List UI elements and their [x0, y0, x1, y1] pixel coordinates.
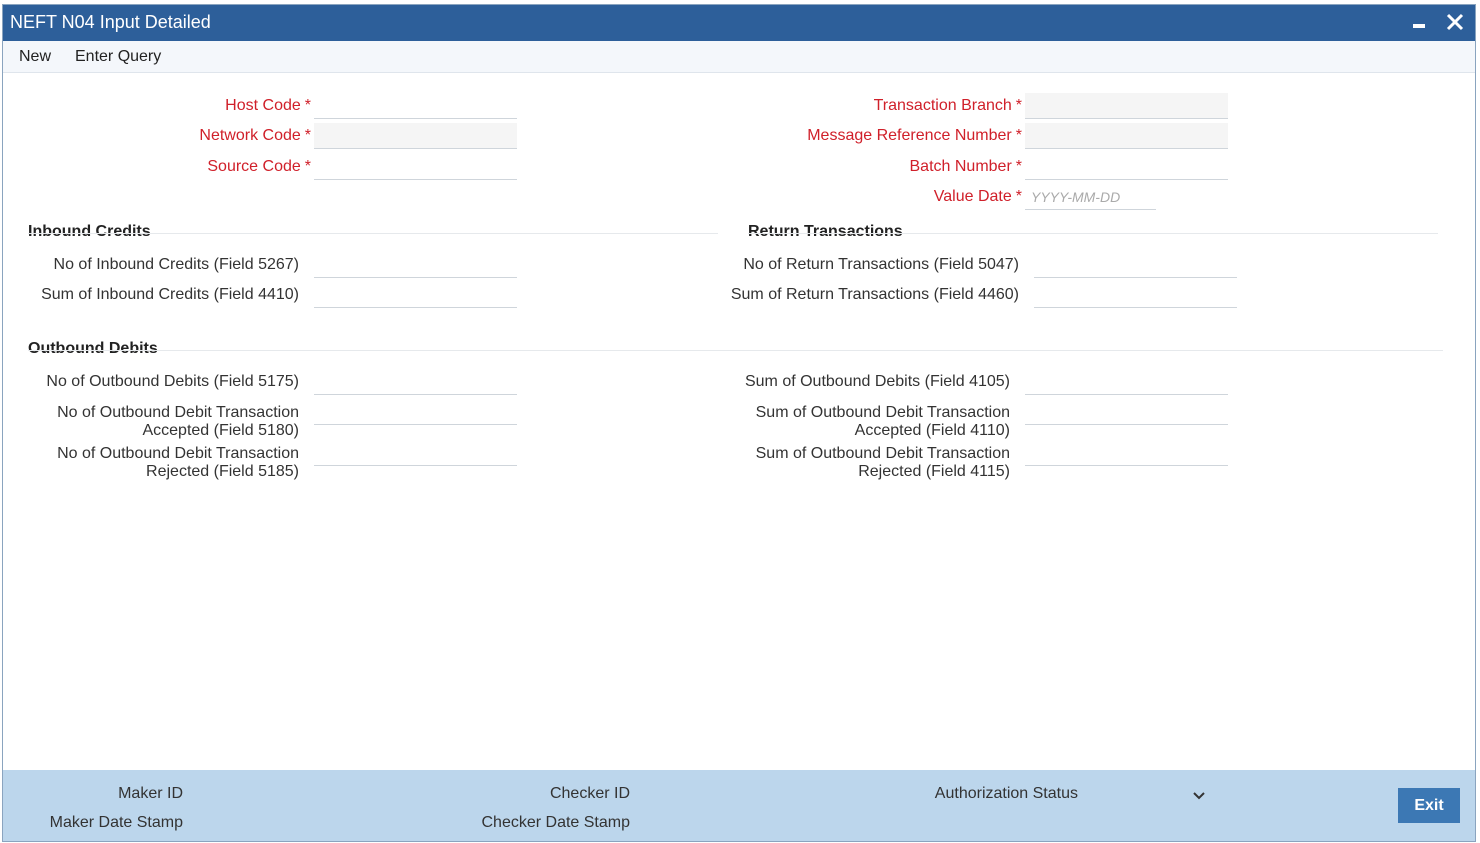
value-date-label: Value Date * [933, 188, 1022, 205]
no-outbound-debits-label: No of Outbound Debits (Field 5175) [46, 373, 299, 390]
batch-number-input[interactable] [1025, 154, 1228, 180]
sum-outbound-accepted-input[interactable] [1025, 399, 1228, 425]
inbound-credits-divider [28, 233, 718, 234]
menu-enter-query[interactable]: Enter Query [75, 48, 161, 66]
minimize-icon[interactable] [1407, 9, 1433, 35]
menu-new[interactable]: New [19, 48, 51, 66]
chevron-down-icon[interactable] [1192, 788, 1206, 806]
sum-outbound-rejected-label: Sum of Outbound Debit Transaction Rejecte… [755, 445, 1010, 480]
sum-outbound-rejected-input[interactable] [1025, 440, 1228, 466]
close-icon[interactable] [1443, 9, 1469, 35]
source-code-label: Source Code * [207, 158, 311, 175]
menu-bar: New Enter Query [3, 41, 1475, 73]
source-code-input[interactable] [314, 154, 517, 180]
host-code-input[interactable] [314, 93, 517, 119]
authorization-status-label: Authorization Status [934, 785, 1078, 802]
maker-date-stamp-label: Maker Date Stamp [49, 814, 183, 831]
checker-date-stamp-label: Checker Date Stamp [481, 814, 630, 831]
sum-outbound-debits-label: Sum of Outbound Debits (Field 4105) [744, 373, 1010, 390]
checker-id-label: Checker ID [549, 785, 630, 802]
inbound-credits-heading: Inbound Credits [28, 223, 151, 240]
message-reference-number-input[interactable] [1025, 123, 1228, 149]
no-outbound-accepted-label: No of Outbound Debit Transaction Accepted… [57, 404, 299, 439]
value-date-input[interactable] [1025, 184, 1156, 210]
exit-button[interactable]: Exit [1398, 788, 1460, 823]
maker-id-label: Maker ID [118, 785, 183, 802]
no-inbound-credits-input[interactable] [314, 252, 517, 278]
no-outbound-accepted-input[interactable] [314, 399, 517, 425]
network-code-label: Network Code * [199, 127, 311, 144]
sum-inbound-credits-input[interactable] [314, 282, 517, 308]
title-bar: NEFT N04 Input Detailed [3, 5, 1475, 41]
no-return-transactions-input[interactable] [1034, 252, 1237, 278]
sum-inbound-credits-label: Sum of Inbound Credits (Field 4410) [41, 286, 299, 303]
sum-outbound-accepted-label: Sum of Outbound Debit Transaction Accepte… [755, 404, 1010, 439]
message-reference-number-label: Message Reference Number * [807, 127, 1022, 144]
no-return-transactions-label: No of Return Transactions (Field 5047) [743, 256, 1019, 273]
no-outbound-debits-input[interactable] [314, 369, 517, 395]
no-outbound-rejected-label: No of Outbound Debit Transaction Rejected… [57, 445, 299, 480]
transaction-branch-label: Transaction Branch * [873, 97, 1022, 114]
neft-n04-window: NEFT N04 Input Detailed New Enter Query … [2, 4, 1476, 842]
sum-return-transactions-label: Sum of Return Transactions (Field 4460) [730, 286, 1019, 303]
window-title: NEFT N04 Input Detailed [10, 12, 211, 32]
return-transactions-divider [748, 233, 1438, 234]
sum-return-transactions-input[interactable] [1034, 282, 1237, 308]
no-outbound-rejected-input[interactable] [314, 440, 517, 466]
transaction-branch-input[interactable] [1025, 93, 1228, 119]
network-code-input[interactable] [314, 123, 517, 149]
batch-number-label: Batch Number * [909, 158, 1023, 175]
audit-footer: Maker ID Maker Date Stamp Checker ID Che… [3, 770, 1475, 841]
outbound-debits-divider [28, 350, 1443, 351]
return-transactions-heading: Return Transactions [748, 223, 903, 240]
sum-outbound-debits-input[interactable] [1025, 369, 1228, 395]
outbound-debits-heading: Outbound Debits [28, 340, 158, 357]
no-inbound-credits-label: No of Inbound Credits (Field 5267) [53, 256, 299, 273]
host-code-label: Host Code * [225, 97, 311, 114]
